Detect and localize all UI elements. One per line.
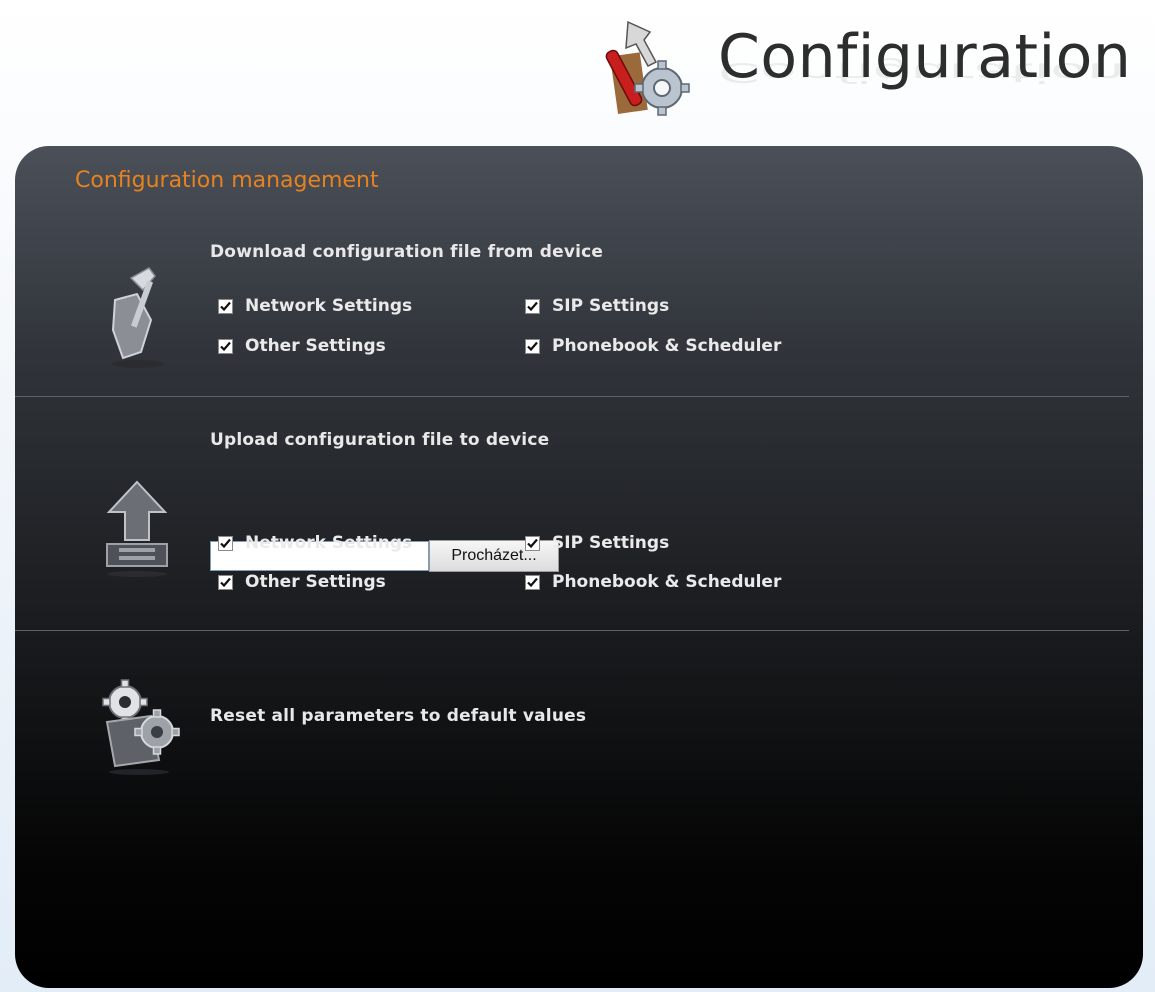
checkbox-checked-icon[interactable] [218, 338, 233, 354]
download-network-settings-checkbox[interactable]: Network Settings [218, 296, 412, 316]
download-heading: Download configuration file from device [210, 242, 604, 262]
checkbox-label: Other Settings [245, 336, 386, 356]
upload-section: Upload configuration file to device Proc… [15, 426, 1143, 626]
page-title-reflection: Configuration [718, 56, 1125, 89]
reset-section: Reset all parameters to default values [15, 666, 1143, 786]
tools-gear-icon [605, 20, 690, 116]
download-sip-settings-checkbox[interactable]: SIP Settings [525, 296, 669, 316]
configuration-panel: Configuration management Download config… [15, 146, 1143, 988]
upload-heading: Upload configuration file to device [210, 430, 550, 450]
section-divider [15, 396, 1129, 397]
download-section: Download configuration file from device … [15, 236, 1143, 396]
checkbox-checked-icon[interactable] [218, 574, 233, 590]
checkbox-label: Network Settings [245, 296, 413, 316]
checkbox-checked-icon[interactable] [525, 574, 540, 590]
checkbox-label: Phonebook & Scheduler [552, 572, 782, 592]
checkbox-label: Phonebook & Scheduler [552, 336, 782, 356]
checkbox-checked-icon[interactable] [218, 535, 233, 551]
download-phonebook-scheduler-checkbox[interactable]: Phonebook & Scheduler [525, 336, 781, 356]
upload-sip-settings-checkbox[interactable]: SIP Settings [525, 533, 669, 553]
checkbox-checked-icon[interactable] [525, 535, 540, 551]
reset-gears-icon [102, 679, 180, 775]
download-tool-icon [111, 267, 164, 368]
download-other-settings-checkbox[interactable]: Other Settings [218, 336, 386, 356]
reset-defaults-link[interactable]: Reset all parameters to default values [210, 706, 586, 726]
checkbox-checked-icon[interactable] [218, 298, 233, 314]
page-header: Configuration Configuration [0, 0, 1155, 140]
upload-other-settings-checkbox[interactable]: Other Settings [218, 572, 386, 592]
upload-network-settings-checkbox[interactable]: Network Settings [218, 533, 412, 553]
checkbox-label: Network Settings [245, 533, 413, 553]
checkbox-checked-icon[interactable] [525, 338, 540, 354]
upload-phonebook-scheduler-checkbox[interactable]: Phonebook & Scheduler [525, 572, 781, 592]
section-divider [15, 630, 1129, 631]
checkbox-label: SIP Settings [552, 533, 670, 553]
checkbox-checked-icon[interactable] [525, 298, 540, 314]
panel-title: Configuration management [75, 168, 379, 193]
checkbox-label: SIP Settings [552, 296, 670, 316]
upload-arrow-icon [106, 480, 168, 577]
checkbox-label: Other Settings [245, 572, 386, 592]
